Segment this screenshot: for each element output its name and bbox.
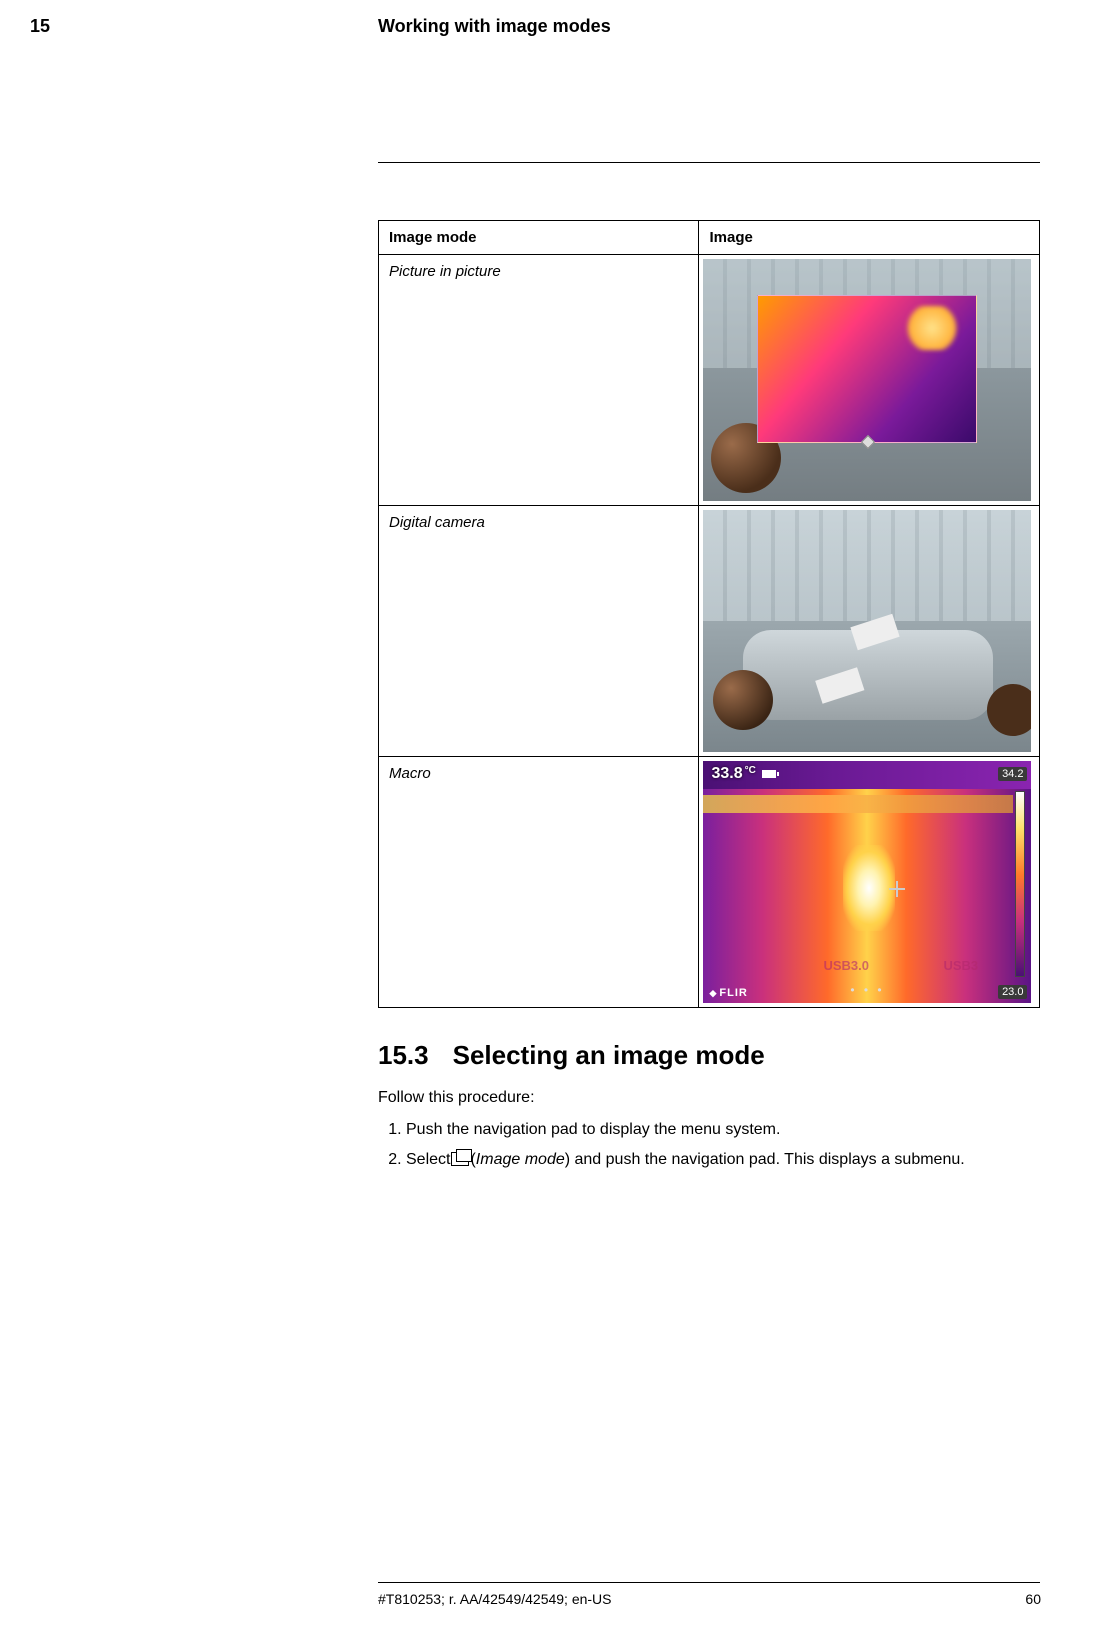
example-image-macro: 33.8°C USB3.0 USB3 34.2 23.0 FLIR • • • — [703, 761, 1031, 1003]
procedure-intro: Follow this procedure: — [378, 1089, 1040, 1107]
table-row: Picture in picture — [379, 255, 1040, 506]
footer-doc-id: #T810253; r. AA/42549/42549; en-US — [378, 1591, 612, 1607]
example-image-digital — [703, 510, 1031, 752]
usb-label: USB3 — [943, 958, 978, 973]
mode-label-pip: Picture in picture — [379, 255, 699, 506]
scale-min-label: 23.0 — [998, 985, 1027, 999]
step-2: Select(Image mode) and push the navigati… — [406, 1149, 1040, 1171]
step-1: Push the navigation pad to display the m… — [406, 1119, 1040, 1141]
chapter-title: Working with image modes — [378, 16, 611, 37]
example-image-pip — [703, 259, 1031, 501]
scale-max-label: 34.2 — [998, 767, 1027, 781]
image-mode-table: Image mode Image Picture in picture — [378, 220, 1040, 1008]
section-selecting-image-mode: 15.3Selecting an image mode Follow this … — [378, 1040, 1040, 1180]
table-row: Digital camera — [379, 506, 1040, 757]
crosshair-icon — [889, 881, 905, 897]
brand-logo: FLIR — [709, 987, 747, 999]
macro-temperature-readout: 33.8°C — [711, 765, 775, 783]
table-header-image: Image — [699, 221, 1040, 255]
table-header-mode: Image mode — [379, 221, 699, 255]
pager-dots: • • • — [850, 983, 884, 997]
usb-label: USB3.0 — [823, 958, 869, 973]
horizontal-rule-bottom — [378, 1582, 1040, 1583]
table-row: Macro 33.8°C USB3.0 USB3 — [379, 757, 1040, 1008]
battery-icon — [762, 770, 776, 778]
mode-label-macro: Macro — [379, 757, 699, 1008]
footer-page-number: 60 — [1025, 1591, 1041, 1607]
image-mode-icon — [451, 1152, 469, 1166]
section-heading: 15.3Selecting an image mode — [378, 1040, 1040, 1071]
chapter-number: 15 — [30, 16, 50, 37]
mode-label-digital: Digital camera — [379, 506, 699, 757]
temperature-scale-bar — [1015, 791, 1025, 977]
horizontal-rule-top — [378, 162, 1040, 163]
